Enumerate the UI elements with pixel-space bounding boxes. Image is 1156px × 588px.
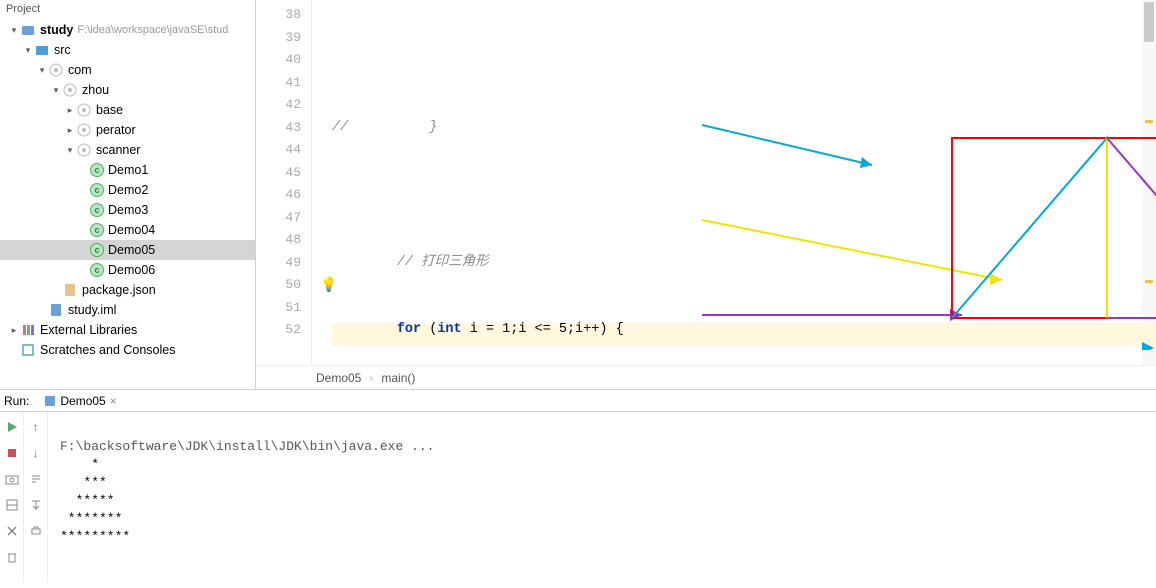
editor-error-stripe[interactable] [1142,0,1156,365]
down-arrow-icon[interactable]: ↓ [27,444,45,462]
exit-icon[interactable] [3,522,21,540]
tree-node-demo06[interactable]: c Demo06 [0,260,255,280]
class-icon: c [90,163,104,177]
chevron-right-icon: › [369,371,373,385]
project-tree[interactable]: ▾ study F:\idea\workspace\javaSE\stud ▾ … [0,18,255,362]
package-icon [48,62,64,78]
run-tool-window[interactable]: ↑ ↓ F:\backsoftware\JDK\install\JDK\bin\… [0,412,1156,582]
node-label: Demo06 [108,260,155,280]
scrollbar-thumb[interactable] [1144,2,1154,42]
node-label: base [96,100,123,120]
close-icon[interactable]: × [110,394,117,408]
json-file-icon [62,282,78,298]
tree-node-packagejson[interactable]: package.json [0,280,255,300]
scratch-icon [20,342,36,358]
iml-file-icon [48,302,64,318]
print-icon[interactable] [27,522,45,540]
class-icon: c [90,203,104,217]
run-toolbar-left-2: ↑ ↓ [24,412,48,582]
node-label: src [54,40,71,60]
node-label: study [40,20,73,40]
node-label: Demo1 [108,160,148,180]
class-icon: c [90,223,104,237]
library-icon [20,322,36,338]
breadcrumb[interactable]: Demo05 › main() [256,365,1156,389]
up-arrow-icon[interactable]: ↑ [27,418,45,436]
node-label: study.iml [68,300,116,320]
chevron-right-icon: ▸ [8,320,20,340]
stop-button[interactable] [3,444,21,462]
tree-node-scanner[interactable]: ▾ scanner [0,140,255,160]
chevron-down-icon: ▾ [8,20,20,40]
tree-node-study[interactable]: ▾ study F:\idea\workspace\javaSE\stud [0,20,255,40]
node-label: perator [96,120,136,140]
run-config-icon [44,395,56,407]
tree-node-base[interactable]: ▸ base [0,100,255,120]
rerun-button[interactable] [3,418,21,436]
tree-node-demo04[interactable]: c Demo04 [0,220,255,240]
run-tab[interactable]: Demo05 × [37,391,123,411]
node-label: scanner [96,140,140,160]
node-path-hint: F:\idea\workspace\javaSE\stud [77,20,228,40]
console-line: * [60,457,99,472]
tree-node-demo2[interactable]: c Demo2 [0,180,255,200]
run-tool-header[interactable]: Run: Demo05 × [0,390,1156,412]
scroll-to-end-icon[interactable] [27,496,45,514]
chevron-right-icon: ▸ [64,100,76,120]
tree-node-studyiml[interactable]: study.iml [0,300,255,320]
tree-node-demo3[interactable]: c Demo3 [0,200,255,220]
sidebar-header: Project [0,0,255,18]
breadcrumb-item[interactable]: main() [381,371,415,385]
class-icon: c [90,183,104,197]
chevron-right-icon: ▸ [64,120,76,140]
layout-icon[interactable] [3,496,21,514]
tree-node-demo05[interactable]: c Demo05 [0,240,255,260]
code-editor[interactable]: 383940 414243 444546 474849 505152 💡 // … [256,0,1156,389]
code-area[interactable]: // } // 打印三角形 for (int i = 1;i <= 5;i++)… [312,0,1156,365]
line-number-gutter: 383940 414243 444546 474849 505152 [256,0,312,365]
module-icon [20,22,36,38]
soft-wrap-icon[interactable] [27,470,45,488]
console-line: ******* [60,511,122,526]
console-line: ********* [60,529,130,544]
node-label: External Libraries [40,320,137,340]
console-line: *** [60,475,107,490]
tree-node-perator[interactable]: ▸ perator [0,120,255,140]
tree-node-demo1[interactable]: c Demo1 [0,160,255,180]
camera-icon[interactable] [3,470,21,488]
node-label: Demo04 [108,220,155,240]
tree-node-external[interactable]: ▸ External Libraries [0,320,255,340]
run-label: Run: [4,394,29,408]
class-icon: c [90,243,104,257]
node-label: Scratches and Consoles [40,340,176,360]
chevron-down-icon: ▾ [36,60,48,80]
trash-icon[interactable] [3,548,21,566]
package-icon [76,122,92,138]
run-toolbar-left [0,412,24,582]
breadcrumb-item[interactable]: Demo05 [316,371,361,385]
package-icon [62,82,78,98]
node-label: Demo05 [108,240,155,260]
chevron-down-icon: ▾ [64,140,76,160]
console-output[interactable]: F:\backsoftware\JDK\install\JDK\bin\java… [48,412,1156,582]
tree-node-src[interactable]: ▾ src [0,40,255,60]
node-label: Demo3 [108,200,148,220]
node-label: package.json [82,280,156,300]
node-label: zhou [82,80,109,100]
console-line: ***** [60,493,115,508]
tree-node-scratches[interactable]: Scratches and Consoles [0,340,255,360]
node-label: com [68,60,92,80]
tree-node-zhou[interactable]: ▾ zhou [0,80,255,100]
chevron-down-icon: ▾ [22,40,34,60]
tree-node-com[interactable]: ▾ com [0,60,255,80]
run-tab-label: Demo05 [60,394,105,408]
node-label: Demo2 [108,180,148,200]
chevron-down-icon: ▾ [50,80,62,100]
console-command: F:\backsoftware\JDK\install\JDK\bin\java… [60,439,434,454]
class-icon: c [90,263,104,277]
package-icon [76,102,92,118]
package-icon [76,142,92,158]
source-folder-icon [34,42,50,58]
project-sidebar[interactable]: Project ▾ study F:\idea\workspace\javaSE… [0,0,256,389]
